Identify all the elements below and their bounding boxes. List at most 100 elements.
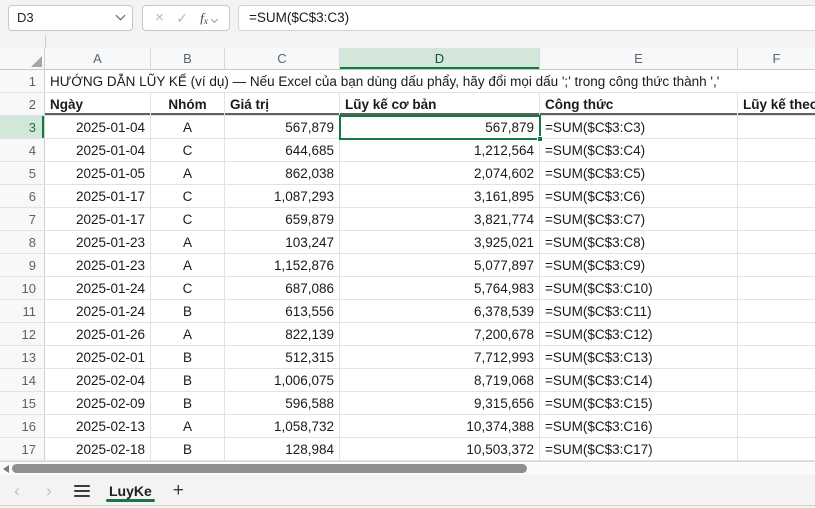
formula-cell[interactable]: =SUM($C$3:C17) — [540, 438, 738, 460]
empty-cell[interactable] — [738, 415, 815, 437]
row-header[interactable]: 16 — [0, 415, 45, 437]
formula-cell[interactable]: =SUM($C$3:C3) — [540, 116, 738, 138]
scroll-left-arrow-icon[interactable] — [3, 465, 9, 473]
date-cell[interactable]: 2025-01-17 — [45, 208, 151, 230]
row-header[interactable]: 1 — [0, 70, 45, 92]
cumulative-cell[interactable]: 8,719,068 — [340, 369, 540, 391]
cumulative-cell[interactable]: 567,879 — [340, 116, 540, 138]
cumulative-cell[interactable]: 3,821,774 — [340, 208, 540, 230]
empty-cell[interactable] — [738, 392, 815, 414]
formula-input[interactable]: =SUM($C$3:C3) — [238, 5, 815, 31]
header-ngay[interactable]: Ngày — [45, 93, 151, 115]
empty-cell[interactable] — [738, 185, 815, 207]
date-cell[interactable]: 2025-01-24 — [45, 300, 151, 322]
tab-luyke[interactable]: LuyKe — [106, 475, 155, 506]
cumulative-cell[interactable]: 10,503,372 — [340, 438, 540, 460]
insert-function-icon[interactable]: fx — [200, 10, 217, 26]
formula-cell[interactable]: =SUM($C$3:C9) — [540, 254, 738, 276]
header-cong-thuc[interactable]: Công thức — [540, 93, 738, 115]
group-cell[interactable]: B — [151, 369, 225, 391]
column-header-c[interactable]: C — [225, 48, 340, 69]
date-cell[interactable]: 2025-01-24 — [45, 277, 151, 299]
formula-cell[interactable]: =SUM($C$3:C12) — [540, 323, 738, 345]
row-header[interactable]: 6 — [0, 185, 45, 207]
row-header[interactable]: 17 — [0, 438, 45, 460]
formula-cell[interactable]: =SUM($C$3:C11) — [540, 300, 738, 322]
row-header[interactable]: 5 — [0, 162, 45, 184]
empty-cell[interactable] — [738, 277, 815, 299]
cumulative-cell[interactable]: 7,200,678 — [340, 323, 540, 345]
cumulative-cell[interactable]: 9,315,656 — [340, 392, 540, 414]
row-header[interactable]: 13 — [0, 346, 45, 368]
empty-cell[interactable] — [738, 346, 815, 368]
name-box[interactable]: D3 — [8, 5, 133, 31]
formula-cell[interactable]: =SUM($C$3:C8) — [540, 231, 738, 253]
group-cell[interactable]: B — [151, 438, 225, 460]
formula-cell[interactable]: =SUM($C$3:C10) — [540, 277, 738, 299]
empty-cell[interactable] — [738, 323, 815, 345]
formula-cell[interactable]: =SUM($C$3:C4) — [540, 139, 738, 161]
date-cell[interactable]: 2025-02-18 — [45, 438, 151, 460]
empty-cell[interactable] — [738, 300, 815, 322]
row-header[interactable]: 14 — [0, 369, 45, 391]
cumulative-cell[interactable]: 5,077,897 — [340, 254, 540, 276]
empty-cell[interactable] — [738, 116, 815, 138]
formula-cell[interactable]: =SUM($C$3:C14) — [540, 369, 738, 391]
group-cell[interactable]: C — [151, 277, 225, 299]
cumulative-cell[interactable]: 3,161,895 — [340, 185, 540, 207]
row-header[interactable]: 9 — [0, 254, 45, 276]
value-cell[interactable]: 1,087,293 — [225, 185, 340, 207]
value-cell[interactable]: 659,879 — [225, 208, 340, 230]
formula-cell[interactable]: =SUM($C$3:C6) — [540, 185, 738, 207]
value-cell[interactable]: 103,247 — [225, 231, 340, 253]
row-header[interactable]: 4 — [0, 139, 45, 161]
value-cell[interactable]: 512,315 — [225, 346, 340, 368]
group-cell[interactable]: C — [151, 139, 225, 161]
empty-cell[interactable] — [738, 162, 815, 184]
group-cell[interactable]: C — [151, 185, 225, 207]
row-header[interactable]: 3 — [0, 116, 45, 138]
column-header-a[interactable]: A — [45, 48, 151, 69]
empty-cell[interactable] — [738, 139, 815, 161]
header-luy-ke-co-ban[interactable]: Lũy kế cơ bản — [340, 93, 540, 115]
group-cell[interactable]: B — [151, 392, 225, 414]
sheet-list-menu-icon[interactable] — [74, 485, 90, 497]
cumulative-cell[interactable]: 2,074,602 — [340, 162, 540, 184]
date-cell[interactable]: 2025-01-04 — [45, 116, 151, 138]
value-cell[interactable]: 1,058,732 — [225, 415, 340, 437]
header-luy-ke-theo[interactable]: Lũy kế theo — [738, 93, 815, 115]
empty-cell[interactable] — [738, 231, 815, 253]
value-cell[interactable]: 567,879 — [225, 116, 340, 138]
cumulative-cell[interactable]: 10,374,388 — [340, 415, 540, 437]
row-header[interactable]: 8 — [0, 231, 45, 253]
scrollbar-thumb[interactable] — [12, 464, 527, 473]
group-cell[interactable]: A — [151, 254, 225, 276]
group-cell[interactable]: A — [151, 162, 225, 184]
row-header[interactable]: 11 — [0, 300, 45, 322]
date-cell[interactable]: 2025-02-09 — [45, 392, 151, 414]
column-header-d[interactable]: D — [340, 48, 540, 69]
select-all-corner[interactable] — [0, 48, 45, 69]
group-cell[interactable]: B — [151, 346, 225, 368]
date-cell[interactable]: 2025-01-26 — [45, 323, 151, 345]
column-header-f[interactable]: F — [738, 48, 815, 69]
cumulative-cell[interactable]: 1,212,564 — [340, 139, 540, 161]
row-header[interactable]: 15 — [0, 392, 45, 414]
column-header-e[interactable]: E — [540, 48, 738, 69]
date-cell[interactable]: 2025-01-23 — [45, 231, 151, 253]
date-cell[interactable]: 2025-02-04 — [45, 369, 151, 391]
value-cell[interactable]: 687,086 — [225, 277, 340, 299]
note-cell[interactable]: HƯỚNG DẪN LŨY KẾ (ví dụ) — Nếu Excel của… — [45, 70, 815, 92]
date-cell[interactable]: 2025-01-23 — [45, 254, 151, 276]
group-cell[interactable]: C — [151, 208, 225, 230]
empty-cell[interactable] — [738, 208, 815, 230]
empty-cell[interactable] — [738, 254, 815, 276]
empty-cell[interactable] — [738, 369, 815, 391]
cumulative-cell[interactable]: 7,712,993 — [340, 346, 540, 368]
value-cell[interactable]: 1,152,876 — [225, 254, 340, 276]
formula-cell[interactable]: =SUM($C$3:C13) — [540, 346, 738, 368]
horizontal-scrollbar[interactable] — [0, 461, 815, 475]
value-cell[interactable]: 596,588 — [225, 392, 340, 414]
formula-cell[interactable]: =SUM($C$3:C16) — [540, 415, 738, 437]
row-header[interactable]: 10 — [0, 277, 45, 299]
